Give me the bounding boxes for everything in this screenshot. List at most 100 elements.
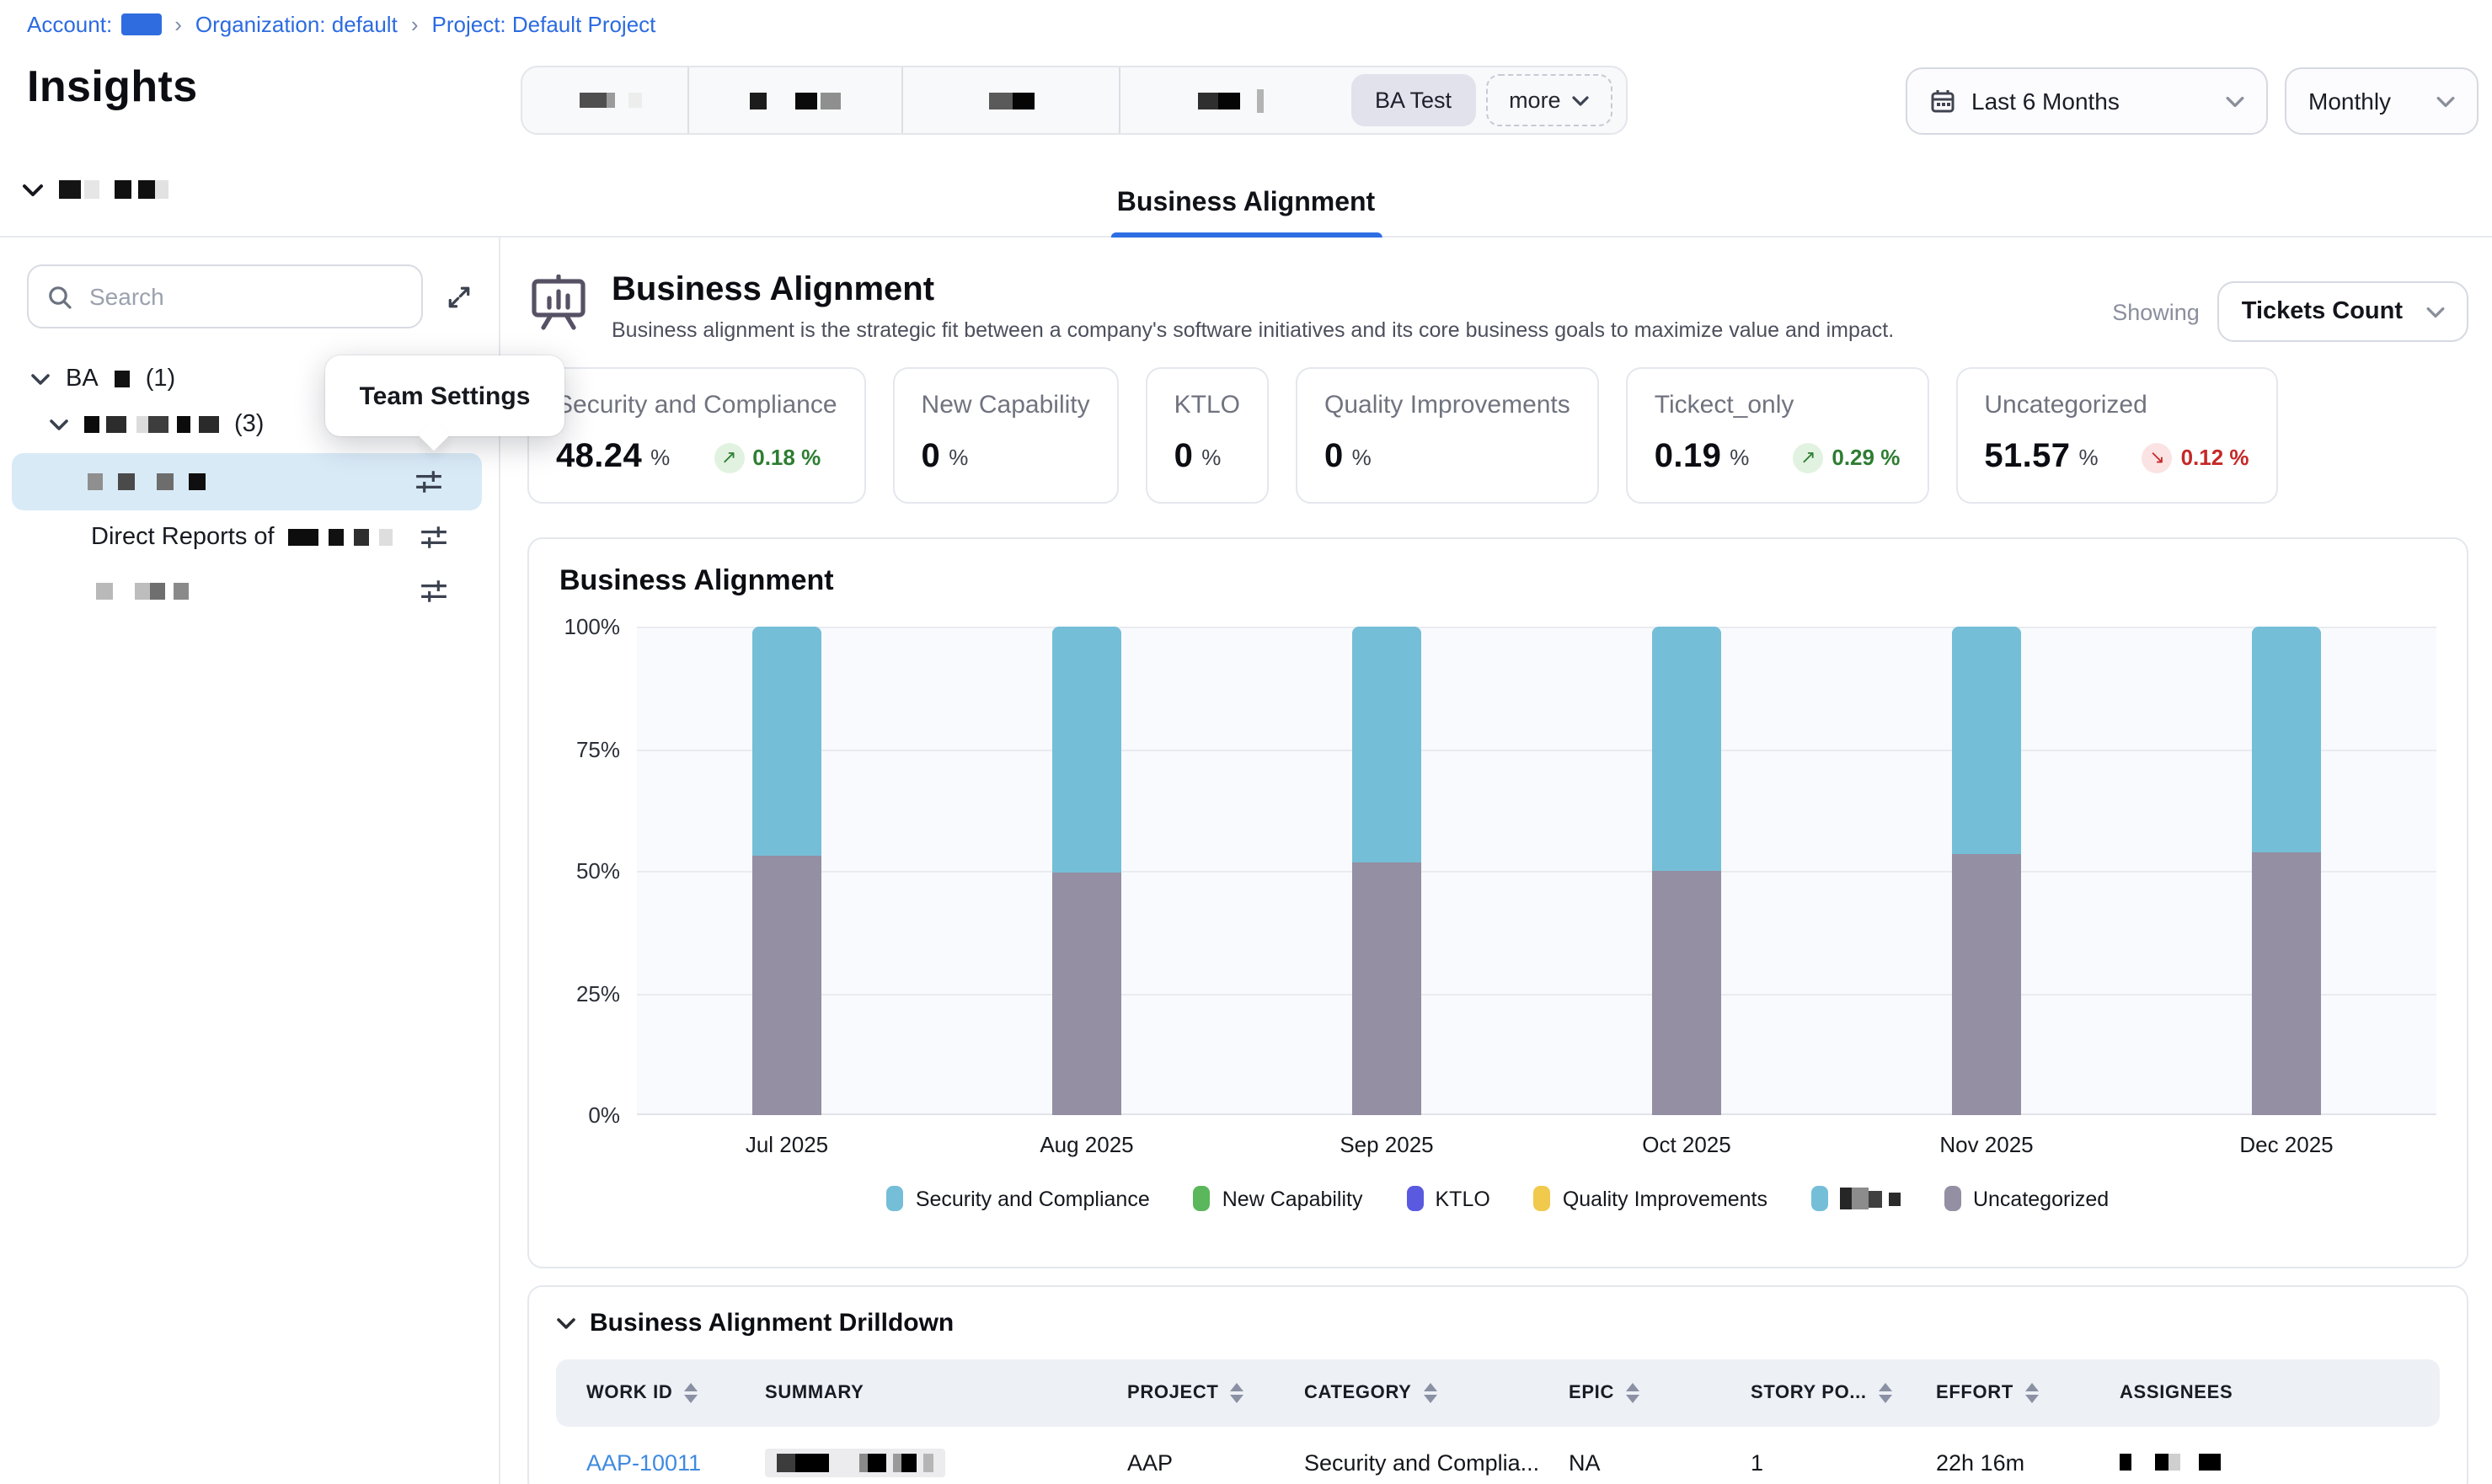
redaction-block: [288, 529, 318, 546]
bar-segment-uncategorized[interactable]: [752, 857, 821, 1115]
more-filters-button[interactable]: more: [1485, 74, 1613, 126]
y-tick-label: 0%: [588, 1102, 620, 1128]
bar-segment-uncategorized[interactable]: [1052, 873, 1121, 1115]
sort-icon[interactable]: [1424, 1383, 1437, 1403]
legend-label: New Capability: [1222, 1187, 1363, 1210]
bar-segment-security-and-compliance[interactable]: [1652, 627, 1721, 871]
redaction-block: [750, 92, 767, 109]
legend-item[interactable]: [1811, 1186, 1901, 1211]
bar-segment-security-and-compliance[interactable]: [752, 627, 821, 857]
team-settings-icon[interactable]: [414, 467, 443, 496]
legend-item[interactable]: KTLO: [1407, 1186, 1490, 1211]
metric-type-select[interactable]: Tickets Count: [2218, 281, 2468, 342]
redaction-block: [795, 1453, 829, 1471]
table-row[interactable]: AAP-10011AAPSecurity and Complia...NA122…: [556, 1427, 2440, 1484]
tab-business-alignment[interactable]: Business Alignment: [1114, 189, 1378, 238]
redaction-block: [777, 1453, 795, 1471]
drilldown-title: Business Alignment Drilldown: [590, 1309, 954, 1337]
trend-up-icon: ↗: [714, 442, 744, 472]
filter-segment-redacted[interactable]: [687, 67, 901, 133]
x-tick-label: Dec 2025: [2136, 1132, 2436, 1157]
bar-segment-uncategorized[interactable]: [1352, 862, 1421, 1115]
stacked-bar[interactable]: [1952, 627, 2021, 1115]
bar-segment-security-and-compliance[interactable]: [1052, 627, 1121, 873]
stacked-bar[interactable]: [1352, 627, 1421, 1115]
bar-segment-uncategorized[interactable]: [1952, 854, 2021, 1115]
redaction-block: [88, 473, 103, 490]
filter-segment-redacted[interactable]: [1119, 67, 1341, 133]
column-header-label: ASSIGNEES: [2120, 1383, 2233, 1403]
showing-label: Showing: [2112, 299, 2200, 324]
redaction-block: [795, 92, 817, 109]
team-settings-icon[interactable]: [420, 577, 448, 606]
legend-swatch: [1534, 1186, 1551, 1211]
sort-icon[interactable]: [1879, 1383, 1892, 1403]
bar-segment-uncategorized[interactable]: [2252, 851, 2321, 1115]
bar-slot: [1837, 627, 2136, 1115]
search-input[interactable]: [86, 281, 403, 312]
calendar-icon: [1929, 88, 1956, 115]
legend-item[interactable]: New Capability: [1194, 1186, 1363, 1211]
metric-card-value: 0.19: [1655, 438, 1721, 477]
breadcrumb-project[interactable]: Project: Default Project: [432, 12, 656, 37]
filter-toolbar: BA Test more: [521, 66, 1628, 135]
filter-segment-redacted[interactable]: [901, 67, 1119, 133]
filter-segment-redacted[interactable]: [532, 67, 687, 133]
main-panel: Business Alignment Business alignment is…: [500, 236, 2492, 1484]
column-header-label: STORY PO...: [1751, 1383, 1867, 1403]
chart-legend: Security and Compliance New Capability KTL…: [559, 1186, 2436, 1211]
column-header-effort[interactable]: EFFORT: [1936, 1383, 2120, 1403]
team-settings-icon[interactable]: [420, 523, 448, 552]
date-range-select[interactable]: Last 6 Months: [1906, 67, 2268, 135]
tree-item-direct-reports[interactable]: Direct Reports of: [0, 510, 499, 564]
stacked-bar[interactable]: [752, 627, 821, 1115]
chevron-down-icon: [2226, 95, 2244, 107]
redacted-tree-label: [115, 371, 131, 387]
ba-test-filter-button[interactable]: BA Test: [1351, 74, 1475, 126]
redaction-block: [901, 1453, 917, 1471]
section-title: Business Alignment: [612, 271, 1894, 310]
redaction-block: [157, 473, 174, 490]
legend-item[interactable]: Quality Improvements: [1534, 1186, 1767, 1211]
sort-icon[interactable]: [1626, 1383, 1639, 1403]
redaction-block: [135, 583, 150, 600]
bar-segment-security-and-compliance[interactable]: [1352, 627, 1421, 862]
drilldown-table-body: AAP-10011AAPSecurity and Complia...NA122…: [556, 1427, 2440, 1484]
granularity-select[interactable]: Monthly: [2285, 67, 2479, 135]
y-tick-label: 100%: [564, 614, 621, 639]
stacked-bar[interactable]: [2252, 627, 2321, 1115]
bar-segment-uncategorized[interactable]: [1652, 871, 1721, 1115]
drilldown-header[interactable]: Business Alignment Drilldown: [556, 1309, 2440, 1337]
column-header-story-po-[interactable]: STORY PO...: [1751, 1383, 1936, 1403]
redaction-block: [84, 416, 99, 433]
metric-card: Security and Compliance48.24%↗0.18 %: [527, 367, 866, 504]
team-settings-tooltip: Team Settings: [325, 355, 564, 436]
breadcrumb-organization[interactable]: Organization: default: [195, 12, 398, 37]
column-header-work-id[interactable]: WORK ID: [556, 1383, 765, 1403]
granularity-value: Monthly: [2308, 88, 2421, 115]
sidebar-collapse-header[interactable]: [22, 180, 168, 199]
metric-card-label: Security and Compliance: [556, 391, 837, 419]
project-cell: AAP: [1127, 1449, 1304, 1475]
bar-segment-security-and-compliance[interactable]: [2252, 627, 2321, 851]
work-id-link[interactable]: AAP-10011: [556, 1449, 765, 1475]
sort-icon[interactable]: [1231, 1383, 1244, 1403]
expand-sidebar-icon[interactable]: [440, 278, 477, 315]
column-header-category[interactable]: CATEGORY: [1304, 1383, 1569, 1403]
breadcrumb-account[interactable]: Account:: [27, 12, 161, 37]
redaction-block: [354, 529, 369, 546]
insights-app: Account: › Organization: default › Proje…: [0, 0, 2492, 1484]
legend-item[interactable]: Uncategorized: [1944, 1186, 2109, 1211]
metric-card-unit: %: [1730, 445, 1749, 470]
tree-item-selected-team[interactable]: [12, 453, 482, 510]
column-header-epic[interactable]: EPIC: [1569, 1383, 1751, 1403]
bar-segment-security-and-compliance[interactable]: [1952, 627, 2021, 854]
legend-item[interactable]: Security and Compliance: [887, 1186, 1150, 1211]
stacked-bar[interactable]: [1652, 627, 1721, 1115]
drilldown-table-header: WORK IDSUMMARYPROJECTCATEGORYEPICSTORY P…: [556, 1359, 2440, 1427]
sort-icon[interactable]: [2025, 1383, 2039, 1403]
sort-icon[interactable]: [684, 1383, 698, 1403]
tree-item-other-team[interactable]: [0, 564, 499, 618]
stacked-bar[interactable]: [1052, 627, 1121, 1115]
column-header-project[interactable]: PROJECT: [1127, 1383, 1304, 1403]
